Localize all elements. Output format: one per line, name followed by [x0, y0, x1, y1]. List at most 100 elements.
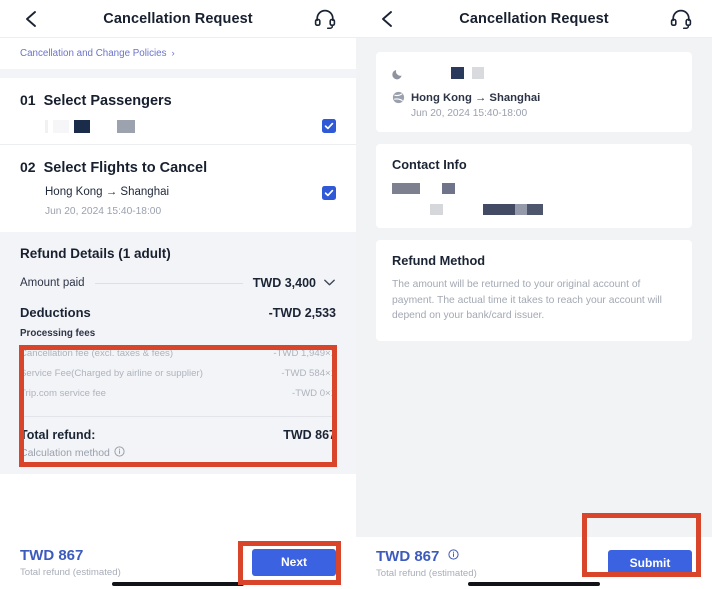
fee-name: Trip.com service fee: [20, 388, 107, 399]
flight-summary-card: Hong Kong → Shanghai Jun 20, 2024 15:40-…: [376, 52, 692, 132]
globe-icon: [392, 91, 405, 104]
left-phone-panel: Cancellation Request Cancellation and Ch…: [0, 0, 356, 589]
fee-row: Cancellation fee (excl. taxes & fees) -TW…: [20, 348, 336, 359]
page-title: Cancellation Request: [103, 10, 253, 27]
flight-route: Hong Kong → Shanghai: [45, 186, 170, 198]
section-divider-band: [0, 69, 356, 78]
next-button[interactable]: Next: [252, 548, 336, 576]
headset-icon[interactable]: [670, 9, 692, 29]
back-chevron-icon[interactable]: [378, 8, 398, 30]
contact-info-title: Contact Info: [392, 157, 467, 172]
screenshot-stage: Cancellation Request Cancellation and Ch…: [0, 0, 712, 589]
policies-label: Cancellation and Change Policies: [20, 48, 167, 59]
calculation-method-label: Calculation method: [20, 447, 110, 459]
redaction-block: [442, 183, 455, 194]
fee-name: Cancellation fee (excl. taxes & fees): [20, 348, 174, 359]
chevron-right-icon: ›: [171, 48, 175, 59]
right-phone-panel: Cancellation Request Hong Kong → Shangha…: [356, 0, 712, 589]
flight-info: Hong Kong → Shanghai Jun 20, 2024 15:40-…: [20, 184, 169, 220]
info-circle-icon[interactable]: [114, 444, 125, 462]
redaction-block: [117, 119, 135, 133]
contact-line-1-redacted: [392, 183, 676, 194]
left-bottom-bar: TWD 867 Total refund (estimated) Next: [0, 535, 356, 589]
bottom-total-amount: TWD 867: [376, 547, 477, 566]
flight-date: Jun 20, 2024 15:40-18:00: [45, 206, 162, 217]
bottom-total-sublabel: Total refund (estimated): [376, 568, 477, 579]
fee-value: -TWD 0×1: [292, 388, 336, 399]
step-number: 01: [20, 92, 36, 108]
redaction-block: [45, 119, 48, 133]
redaction-block: [527, 204, 543, 215]
fee-row: Trip.com service fee -TWD 0×1: [20, 388, 336, 399]
refund-details-title: Refund Details (1 adult): [20, 246, 171, 261]
total-refund-row: Total refund: TWD 867: [20, 417, 336, 442]
info-circle-icon[interactable]: [447, 547, 459, 564]
flight-checkbox[interactable]: [322, 186, 336, 200]
headset-icon[interactable]: [314, 9, 336, 29]
refund-details-card: Refund Details (1 adult) Amount paid TWD…: [0, 232, 356, 474]
fee-value: -TWD 584×1: [281, 368, 336, 379]
redaction-block: [483, 204, 515, 215]
amount-paid-row[interactable]: Amount paid TWD 3,400: [20, 274, 336, 298]
right-header: Cancellation Request: [356, 0, 712, 38]
home-indicator: [468, 582, 600, 586]
passenger-name-redacted: [20, 119, 135, 133]
flight-card-topline: [392, 65, 676, 81]
left-header: Cancellation Request: [0, 0, 356, 38]
page-title: Cancellation Request: [459, 10, 609, 27]
calculation-method-row[interactable]: Calculation method: [20, 442, 336, 474]
bottom-total: TWD 867 Total refund (estimated): [20, 547, 121, 578]
redaction-block: [430, 204, 443, 215]
processing-fees-label: Processing fees: [20, 328, 96, 339]
row-rule: [94, 282, 243, 284]
home-indicator: [112, 582, 244, 586]
step-title: Select Flights to Cancel: [43, 160, 208, 176]
right-scroll-area: Hong Kong → Shanghai Jun 20, 2024 15:40-…: [356, 38, 712, 341]
moon-icon: [392, 67, 405, 80]
redaction-block: [515, 204, 527, 215]
back-chevron-icon[interactable]: [22, 8, 42, 30]
bottom-total-amount-text: TWD 867: [376, 548, 440, 565]
select-passengers-heading: 01 Select Passengers: [0, 78, 356, 109]
redaction-block: [451, 67, 464, 79]
total-refund-value: TWD 867: [283, 428, 336, 442]
route-row: Hong Kong → Shanghai: [392, 91, 676, 104]
right-bottom-bar: TWD 867 Total refund (estimated) Submit: [356, 537, 712, 589]
contact-info-card: Contact Info: [376, 144, 692, 228]
submit-button[interactable]: Submit: [608, 549, 692, 577]
cancellation-policies-link[interactable]: Cancellation and Change Policies ›: [0, 38, 356, 69]
redaction-block: [472, 67, 484, 79]
select-flights-heading: 02 Select Flights to Cancel: [0, 145, 356, 176]
passenger-row[interactable]: [0, 109, 356, 145]
fee-value: -TWD 1,949×1: [273, 348, 336, 359]
flight-date: Jun 20, 2024 15:40-18:00: [411, 108, 528, 119]
refund-method-card: Refund Method The amount will be returne…: [376, 240, 692, 341]
airline-name-redacted: [451, 67, 484, 79]
fee-name: Service Fee(Charged by airline or suppli…: [20, 368, 203, 379]
flight-row[interactable]: Hong Kong → Shanghai Jun 20, 2024 15:40-…: [0, 176, 356, 220]
chevron-down-icon[interactable]: [323, 274, 336, 292]
total-refund-label: Total refund:: [20, 428, 96, 442]
redaction-block: [53, 119, 69, 133]
bottom-total-sublabel: Total refund (estimated): [20, 566, 121, 578]
refund-method-body: The amount will be returned to your orig…: [392, 279, 662, 321]
amount-paid-label: Amount paid: [20, 277, 85, 289]
redaction-block: [392, 183, 420, 194]
bottom-total-amount: TWD 867: [20, 546, 84, 564]
refund-method-title: Refund Method: [392, 253, 486, 268]
deductions-label: Deductions: [20, 305, 91, 320]
flight-route: Hong Kong → Shanghai: [411, 91, 541, 104]
bottom-total: TWD 867 Total refund (estimated): [376, 547, 477, 579]
deductions-value: -TWD 2,533: [268, 306, 336, 320]
step-number: 02: [20, 159, 36, 175]
contact-line-2-redacted: [392, 204, 676, 215]
fee-row: Service Fee(Charged by airline or suppli…: [20, 368, 336, 379]
passenger-checkbox[interactable]: [322, 119, 336, 133]
fee-list: Cancellation fee (excl. taxes & fees) -TW…: [20, 348, 336, 399]
deductions-block: Deductions -TWD 2,533 Processing fees Ca…: [20, 298, 336, 403]
redaction-block: [95, 119, 112, 133]
amount-paid-value: TWD 3,400: [252, 276, 316, 290]
redaction-block: [74, 119, 90, 133]
